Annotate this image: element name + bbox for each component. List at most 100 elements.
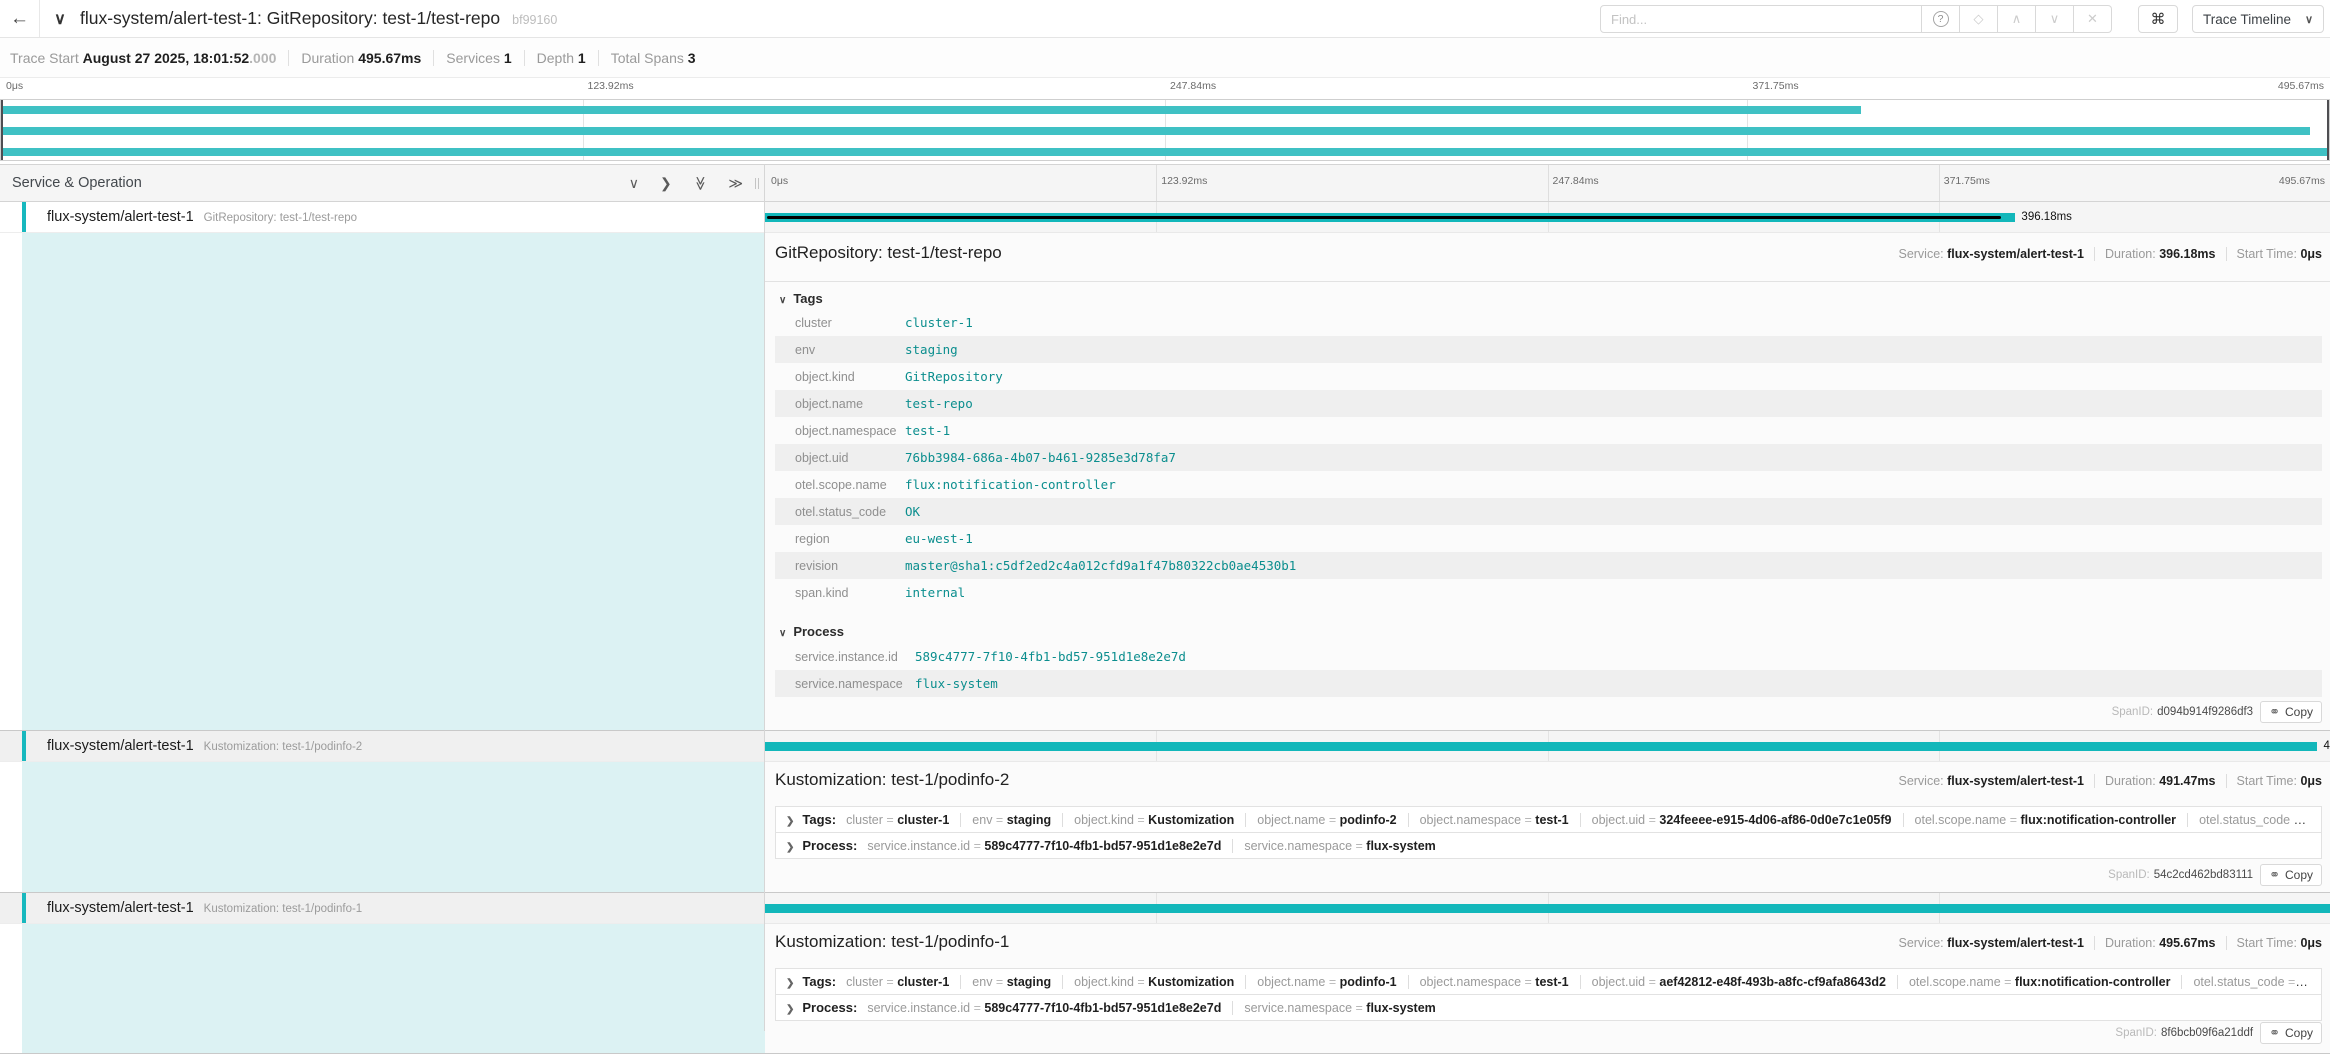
expand-one-icon[interactable]: ❯ [660, 175, 672, 192]
process-collapsed-strip[interactable]: ❯Process:service.instance.id589c4777-7f1… [775, 832, 2322, 859]
tick-label: 371.75ms [1753, 80, 1799, 92]
span-name-cell[interactable]: flux-system/alert-test-1Kustomization: t… [0, 731, 765, 762]
span-detail-panel: Kustomization: test-1/podinfo-2 Service:… [0, 762, 2330, 893]
process-accordion-header[interactable]: ∨Process [779, 624, 844, 639]
trace-services: Services 1 [433, 50, 523, 66]
minimap-span-bar [1, 127, 2310, 135]
span-color-accent [22, 731, 26, 762]
span-row[interactable]: flux-system/alert-test-1 Kustomization: t… [0, 893, 2330, 924]
tag-row: regioneu-west-1 [775, 525, 2322, 552]
timeline-gridline [1939, 165, 1940, 201]
tag-row: object.nametest-repo [775, 390, 2322, 417]
tags-table: clustercluster-1 envstaging object.kindG… [775, 309, 2322, 606]
span-detail-content: GitRepository: test-1/test-repo Service:… [765, 233, 2330, 730]
chevron-up-icon: ∧ [2012, 11, 2022, 27]
span-service-name: flux-system/alert-test-1 [47, 900, 194, 916]
expand-all-icon[interactable]: ≫ [728, 175, 743, 192]
span-row[interactable]: flux-system/alert-test-1 GitRepository: t… [0, 202, 2330, 233]
span-name-cell[interactable]: flux-system/alert-test-1 Kustomization: t… [0, 893, 765, 924]
span-detail-left-fill [22, 924, 765, 1053]
span-detail-left-fill [22, 233, 765, 730]
span-operation-name: Kustomization: test-1/podinfo-1 [204, 903, 363, 915]
tick-label: 495.67ms [2279, 175, 2325, 187]
tag-row: revisionmaster@sha1:c5df2ed2c4a012cfd9a1… [775, 552, 2322, 579]
span-duration-bar[interactable] [765, 742, 2317, 751]
tag-row: span.kindinternal [775, 579, 2322, 606]
tags-accordion-header[interactable]: ∨Tags [779, 291, 823, 306]
minimap-left-scrubber[interactable] [1, 100, 3, 160]
process-table: service.instance.id589c4777-7f10-4fb1-bd… [775, 643, 2322, 697]
diamond-icon: ◇ [1974, 11, 1984, 27]
chevron-right-icon: ❯ [786, 978, 794, 989]
minimap-canvas[interactable] [0, 99, 2330, 161]
span-service-name: flux-system/alert-test-1 [47, 209, 194, 225]
span-detail-title: Kustomization: test-1/podinfo-2 [775, 770, 1009, 790]
collapse-all-icon[interactable]: ≫ [692, 176, 709, 191]
collapse-one-icon[interactable]: ∨ [629, 175, 639, 192]
span-duration-label: 491.47ms [2323, 741, 2330, 751]
back-button[interactable]: ← [0, 0, 40, 37]
span-bar-row[interactable]: 396.18ms [765, 202, 2330, 233]
copy-span-id-button[interactable]: ⚭Copy [2260, 701, 2322, 723]
back-icon: ← [10, 8, 29, 30]
timeline-gridline [1156, 165, 1157, 201]
command-icon: ⌘ [2151, 11, 2166, 28]
find-prev-button[interactable]: ∧ [1998, 5, 2036, 33]
find-match-case-button[interactable]: ◇ [1960, 5, 1998, 33]
tags-collapsed-strip[interactable]: ❯Tags:clustercluster-1envstagingobject.k… [775, 968, 2322, 995]
link-icon: ⚭ [2269, 867, 2280, 883]
span-service-name: flux-system/alert-test-1 [47, 738, 194, 754]
find-input[interactable] [1600, 5, 1922, 33]
find-help-button[interactable]: ? [1922, 5, 1960, 33]
trace-view-select[interactable]: Trace Timeline ∨ [2192, 5, 2324, 33]
span-detail-content: Kustomization: test-1/podinfo-2 Service:… [765, 762, 2330, 892]
span-detail-panel: Kustomization: test-1/podinfo-1 Service:… [0, 924, 2330, 1054]
column-resize-grip[interactable] [755, 178, 759, 189]
process-row: service.namespaceflux-system [775, 670, 2322, 697]
span-duration-bar[interactable] [765, 213, 2015, 222]
trace-view-select-label: Trace Timeline [2203, 12, 2291, 27]
trace-depth: Depth 1 [524, 50, 598, 66]
span-detail-meta: Service: flux-system/alert-test-1Duratio… [1898, 936, 2322, 950]
copy-span-id-button[interactable]: ⚭Copy [2260, 864, 2322, 886]
tick-label: 247.84ms [1553, 175, 1599, 187]
span-id-value: 8f6bcb09f6a21ddf [2161, 1027, 2253, 1039]
copy-span-id-button[interactable]: ⚭Copy [2260, 1022, 2322, 1044]
tick-label: 371.75ms [1944, 175, 1990, 187]
close-icon: ✕ [2087, 11, 2098, 27]
span-name-cell[interactable]: flux-system/alert-test-1 GitRepository: t… [0, 202, 765, 233]
tag-row: clustercluster-1 [775, 309, 2322, 336]
tick-label: 495.67ms [2278, 80, 2324, 92]
link-icon: ⚭ [2269, 704, 2280, 720]
minimap-right-scrubber[interactable] [2327, 100, 2329, 160]
span-duration-bar[interactable] [765, 904, 2330, 913]
span-operation-name: GitRepository: test-1/test-repo [204, 212, 357, 224]
find-clear-button[interactable]: ✕ [2074, 5, 2112, 33]
tags-collapsed-strip[interactable]: ❯Tags:clustercluster-1envstagingobject.k… [775, 806, 2322, 833]
chevron-down-icon: ∨ [2050, 11, 2060, 27]
trace-minimap: 0μs 123.92ms 247.84ms 371.75ms 495.67ms [0, 78, 2330, 164]
span-bar-row[interactable]: 491.47ms [765, 731, 2330, 762]
span-color-accent [22, 202, 26, 233]
trace-duration: Duration 495.67ms [288, 50, 433, 66]
timeline-column-header: Service & Operation ∨ ❯ ≫ ≫ 0μs 123.92ms… [0, 164, 2330, 202]
tick-label: 123.92ms [1161, 175, 1207, 187]
trace-header-collapse-toggle[interactable]: ∨ [46, 0, 74, 37]
help-icon: ? [1933, 11, 1949, 27]
chevron-down-icon: ∨ [54, 9, 66, 29]
process-row: service.instance.id589c4777-7f10-4fb1-bd… [775, 643, 2322, 670]
span-detail-left-fill [22, 762, 765, 892]
process-collapsed-strip[interactable]: ❯Process:service.instance.id589c4777-7f1… [775, 994, 2322, 1021]
trace-summary-bar: Trace Start August 27 2025, 18:01:52.000… [0, 38, 2330, 78]
keyboard-shortcuts-button[interactable]: ⌘ [2138, 5, 2178, 33]
find-next-button[interactable]: ∨ [2036, 5, 2074, 33]
span-detail-title: Kustomization: test-1/podinfo-1 [775, 932, 1009, 952]
find-toolbar: ? ◇ ∧ ∨ ✕ [1600, 5, 2112, 33]
span-color-accent [22, 893, 26, 924]
column-splitter[interactable] [764, 164, 765, 1031]
span-bar-row[interactable] [765, 893, 2330, 924]
chevron-down-icon: ∨ [779, 628, 786, 639]
tag-row: object.namespacetest-1 [775, 417, 2322, 444]
tick-label: 247.84ms [1170, 80, 1216, 92]
span-row[interactable]: flux-system/alert-test-1Kustomization: t… [0, 731, 2330, 762]
